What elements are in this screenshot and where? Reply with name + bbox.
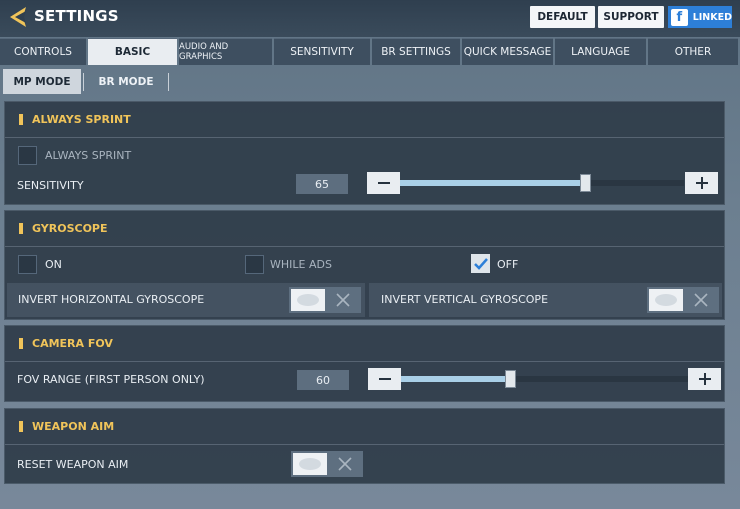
tab-br-settings[interactable]: BR SETTINGS xyxy=(372,38,460,65)
fov-range-slider[interactable] xyxy=(401,370,688,388)
linked-label: LINKED xyxy=(692,11,732,23)
sensitivity-decrease-button[interactable] xyxy=(367,172,400,194)
main-tabs: CONTROLS BASIC AUDIO AND GRAPHICS SENSIT… xyxy=(0,38,740,65)
minus-icon xyxy=(377,182,390,184)
minus-icon xyxy=(378,378,391,380)
gyroscope-header: GYROSCOPE xyxy=(5,211,724,247)
always-sprint-checkbox[interactable] xyxy=(18,146,37,165)
tab-quick-message[interactable]: QUICK MESSAGE xyxy=(462,38,553,65)
toggle-knob xyxy=(293,453,327,475)
fov-slider-fill xyxy=(401,376,510,382)
default-button[interactable]: DEFAULT xyxy=(530,6,595,28)
back-button[interactable] xyxy=(6,5,30,29)
tab-language[interactable]: LANGUAGE xyxy=(555,38,646,65)
subtab-mp-mode[interactable]: MP MODE xyxy=(3,69,81,94)
always-sprint-title: ALWAYS SPRINT xyxy=(32,113,131,126)
section-marker xyxy=(19,421,23,432)
subtab-br-mode[interactable]: BR MODE xyxy=(86,69,166,94)
invert-horizontal-toggle[interactable] xyxy=(289,287,361,313)
subtab-divider xyxy=(83,72,84,91)
sensitivity-slider-thumb[interactable] xyxy=(580,174,591,192)
tab-controls[interactable]: CONTROLS xyxy=(0,38,86,65)
toggle-knob xyxy=(649,289,683,311)
invert-vertical-label: INVERT VERTICAL GYROSCOPE xyxy=(381,293,549,306)
sensitivity-slider-fill xyxy=(400,180,585,186)
back-arrow-icon xyxy=(10,7,26,27)
fov-range-value: 60 xyxy=(297,370,349,390)
always-sprint-panel: ALWAYS SPRINT ALWAYS SPRINT SENSITIVITY … xyxy=(4,101,725,205)
weapon-aim-panel: WEAPON AIM RESET WEAPON AIM xyxy=(4,408,725,484)
camera-fov-panel: CAMERA FOV FOV RANGE (FIRST PERSON ONLY)… xyxy=(4,325,725,402)
gyroscope-title: GYROSCOPE xyxy=(32,222,108,235)
fov-decrease-button[interactable] xyxy=(368,368,401,390)
fov-slider-thumb[interactable] xyxy=(505,370,516,388)
checkmark-icon xyxy=(473,257,488,270)
always-sprint-header: ALWAYS SPRINT xyxy=(5,102,724,138)
tab-sensitivity[interactable]: SENSITIVITY xyxy=(274,38,370,65)
gyro-while-ads-checkbox[interactable] xyxy=(245,255,264,274)
toggle-off-icon xyxy=(683,293,719,307)
invert-horizontal-row: INVERT HORIZONTAL GYROSCOPE xyxy=(7,283,365,317)
tab-audio-and-graphics[interactable]: AUDIO AND GRAPHICS xyxy=(179,38,272,65)
support-button[interactable]: SUPPORT xyxy=(598,6,664,28)
fov-range-label: FOV RANGE (FIRST PERSON ONLY) xyxy=(17,373,205,386)
weapon-aim-title: WEAPON AIM xyxy=(32,420,115,433)
gyro-off-checkbox[interactable] xyxy=(471,254,490,273)
subtab-divider xyxy=(168,72,169,91)
invert-horizontal-label: INVERT HORIZONTAL GYROSCOPE xyxy=(18,293,205,306)
section-marker xyxy=(19,223,23,234)
tab-basic[interactable]: BASIC xyxy=(88,38,177,65)
plus-icon xyxy=(695,177,708,189)
sensitivity-slider[interactable] xyxy=(400,174,684,192)
sensitivity-label: SENSITIVITY xyxy=(17,179,84,192)
gyroscope-panel: GYROSCOPE ON WHILE ADS OFF INVERT HORIZO… xyxy=(4,210,725,320)
section-marker xyxy=(19,114,23,125)
gyro-on-label: ON xyxy=(45,258,62,271)
invert-vertical-row: INVERT VERTICAL GYROSCOPE xyxy=(369,283,722,317)
top-bar: SETTINGS DEFAULT SUPPORT f LINKED xyxy=(0,0,740,37)
sensitivity-increase-button[interactable] xyxy=(685,172,718,194)
toggle-knob xyxy=(291,289,325,311)
always-sprint-checkbox-label: ALWAYS SPRINT xyxy=(45,149,132,162)
tab-other[interactable]: OTHER xyxy=(648,38,738,65)
toggle-off-icon xyxy=(325,293,361,307)
gyro-on-checkbox[interactable] xyxy=(18,255,37,274)
reset-weapon-aim-label: RESET WEAPON AIM xyxy=(17,458,129,471)
weapon-aim-header: WEAPON AIM xyxy=(5,409,724,445)
mode-subtabs: MP MODE BR MODE xyxy=(0,68,171,95)
facebook-icon: f xyxy=(671,8,688,26)
camera-fov-title: CAMERA FOV xyxy=(32,337,113,350)
sensitivity-value: 65 xyxy=(296,174,348,194)
toggle-off-icon xyxy=(327,457,363,471)
invert-vertical-toggle[interactable] xyxy=(647,287,719,313)
fov-increase-button[interactable] xyxy=(688,368,721,390)
section-marker xyxy=(19,338,23,349)
gyro-off-label: OFF xyxy=(497,258,519,271)
reset-weapon-aim-toggle[interactable] xyxy=(291,451,363,477)
gyro-while-ads-label: WHILE ADS xyxy=(270,258,332,271)
facebook-linked-button[interactable]: f LINKED xyxy=(668,6,732,28)
page-title: SETTINGS xyxy=(34,7,119,25)
plus-icon xyxy=(698,373,711,385)
camera-fov-header: CAMERA FOV xyxy=(5,326,724,362)
